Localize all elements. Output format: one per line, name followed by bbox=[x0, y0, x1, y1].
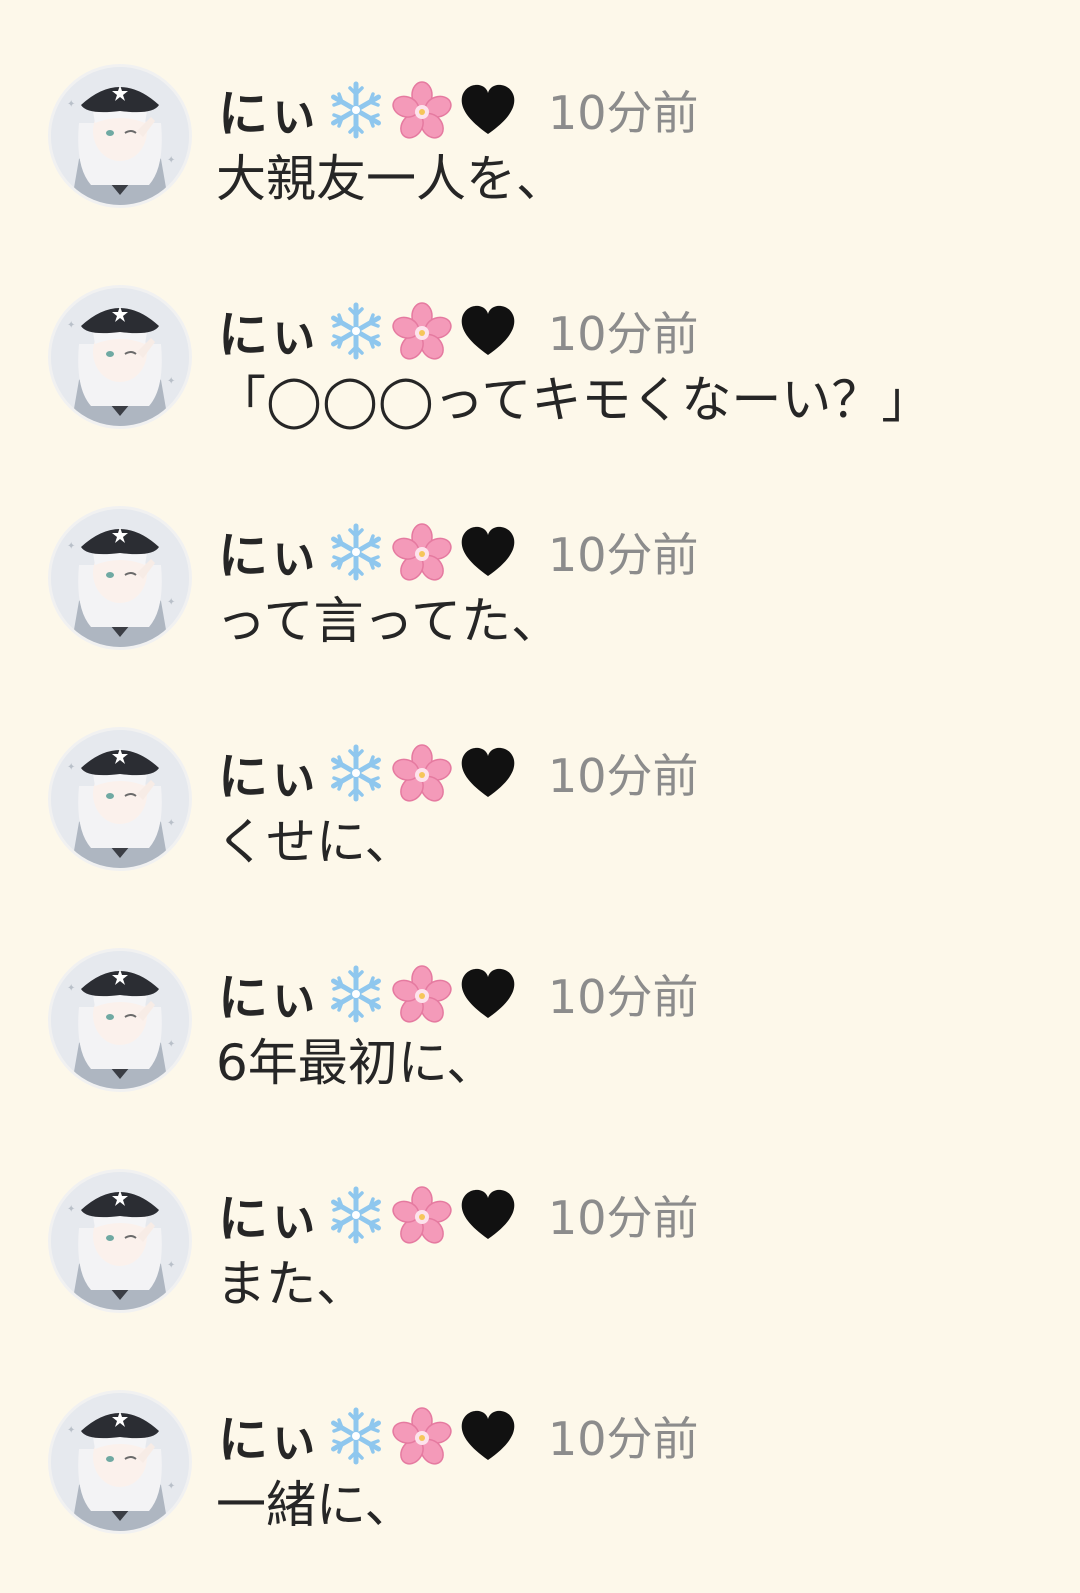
post-header: にぃ 10分前 bbox=[218, 1182, 699, 1248]
avatar[interactable]: ✦ ✦ bbox=[51, 1393, 189, 1531]
timestamp: 10分前 bbox=[548, 307, 699, 361]
svg-text:✦: ✦ bbox=[67, 541, 75, 552]
svg-text:✦: ✦ bbox=[67, 983, 75, 994]
svg-text:✦: ✦ bbox=[167, 597, 175, 608]
timestamp: 10分前 bbox=[548, 1191, 699, 1245]
avatar[interactable]: ✦ ✦ bbox=[51, 1172, 189, 1310]
black-heart-icon bbox=[458, 743, 518, 803]
snowflake-icon bbox=[326, 80, 386, 140]
black-heart-icon bbox=[458, 301, 518, 361]
timestamp: 10分前 bbox=[548, 86, 699, 140]
post-header: にぃ 10分前 bbox=[218, 961, 699, 1027]
snowflake-icon bbox=[326, 301, 386, 361]
username[interactable]: にぃ bbox=[218, 737, 320, 809]
svg-text:✦: ✦ bbox=[67, 99, 75, 110]
post-item: ✦ ✦ にぃ 10分前 一緒に、 bbox=[0, 1393, 1080, 1593]
username[interactable]: にぃ bbox=[218, 1179, 320, 1251]
avatar-image: ✦ ✦ bbox=[51, 1172, 189, 1310]
post-item: ✦ ✦ にぃ 10分前 6年最初に、 bbox=[0, 951, 1080, 1151]
post-item: ✦ ✦ にぃ 10分前 「◯◯◯ってキモくなーい？」 bbox=[0, 288, 1080, 488]
avatar-image: ✦ ✦ bbox=[51, 951, 189, 1089]
avatar-image: ✦ ✦ bbox=[51, 288, 189, 426]
cherry-blossom-icon bbox=[392, 1406, 452, 1466]
svg-text:✦: ✦ bbox=[67, 762, 75, 773]
cherry-blossom-icon bbox=[392, 1185, 452, 1245]
snowflake-icon bbox=[326, 522, 386, 582]
svg-text:✦: ✦ bbox=[167, 1481, 175, 1492]
post-header: にぃ 10分前 bbox=[218, 1403, 699, 1469]
svg-text:✦: ✦ bbox=[167, 1260, 175, 1271]
snowflake-icon bbox=[326, 964, 386, 1024]
message-text: 「◯◯◯ってキモくなーい？」 bbox=[216, 371, 932, 429]
cherry-blossom-icon bbox=[392, 522, 452, 582]
black-heart-icon bbox=[458, 522, 518, 582]
post-item: ✦ ✦ にぃ 10分前 また、 bbox=[0, 1172, 1080, 1372]
message-text: また、 bbox=[216, 1255, 366, 1313]
svg-text:✦: ✦ bbox=[167, 1039, 175, 1050]
message-text: くせに、 bbox=[216, 813, 415, 871]
avatar[interactable]: ✦ ✦ bbox=[51, 951, 189, 1089]
cherry-blossom-icon bbox=[392, 80, 452, 140]
username[interactable]: にぃ bbox=[218, 1400, 320, 1472]
cherry-blossom-icon bbox=[392, 301, 452, 361]
svg-text:✦: ✦ bbox=[67, 1204, 75, 1215]
username[interactable]: にぃ bbox=[218, 295, 320, 367]
post-header: にぃ 10分前 bbox=[218, 740, 699, 806]
avatar-image: ✦ ✦ bbox=[51, 1393, 189, 1531]
post-item: ✦ ✦ にぃ 10分前 くせに、 bbox=[0, 730, 1080, 930]
timestamp: 10分前 bbox=[548, 970, 699, 1024]
post-header: にぃ 10分前 bbox=[218, 519, 699, 585]
avatar-image: ✦ ✦ bbox=[51, 730, 189, 868]
svg-text:✦: ✦ bbox=[67, 320, 75, 331]
username[interactable]: にぃ bbox=[218, 74, 320, 146]
snowflake-icon bbox=[326, 1185, 386, 1245]
svg-text:✦: ✦ bbox=[167, 155, 175, 166]
timestamp: 10分前 bbox=[548, 528, 699, 582]
cherry-blossom-icon bbox=[392, 743, 452, 803]
avatar[interactable]: ✦ ✦ bbox=[51, 67, 189, 205]
avatar-image: ✦ ✦ bbox=[51, 67, 189, 205]
timestamp: 10分前 bbox=[548, 749, 699, 803]
black-heart-icon bbox=[458, 1185, 518, 1245]
post-item: ✦ ✦ にぃ 10分前 大親友一人を、 bbox=[0, 67, 1080, 267]
black-heart-icon bbox=[458, 1406, 518, 1466]
black-heart-icon bbox=[458, 964, 518, 1024]
avatar[interactable]: ✦ ✦ bbox=[51, 509, 189, 647]
post-header: にぃ 10分前 bbox=[218, 298, 699, 364]
cherry-blossom-icon bbox=[392, 964, 452, 1024]
avatar[interactable]: ✦ ✦ bbox=[51, 730, 189, 868]
message-text: って言ってた、 bbox=[216, 592, 561, 650]
timestamp: 10分前 bbox=[548, 1412, 699, 1466]
username[interactable]: にぃ bbox=[218, 516, 320, 588]
black-heart-icon bbox=[458, 80, 518, 140]
message-feed: ✦ ✦ にぃ 10分前 大親友一人を、 ✦ ✦ にぃ 10分前 「◯◯◯ってキモ… bbox=[0, 0, 1080, 1581]
avatar-image: ✦ ✦ bbox=[51, 509, 189, 647]
svg-text:✦: ✦ bbox=[167, 376, 175, 387]
username[interactable]: にぃ bbox=[218, 958, 320, 1030]
snowflake-icon bbox=[326, 743, 386, 803]
message-text: 大親友一人を、 bbox=[216, 150, 566, 208]
post-item: ✦ ✦ にぃ 10分前 って言ってた、 bbox=[0, 509, 1080, 709]
svg-text:✦: ✦ bbox=[67, 1425, 75, 1436]
post-header: にぃ 10分前 bbox=[218, 77, 699, 143]
message-text: 一緒に、 bbox=[216, 1476, 415, 1534]
avatar[interactable]: ✦ ✦ bbox=[51, 288, 189, 426]
svg-text:✦: ✦ bbox=[167, 818, 175, 829]
snowflake-icon bbox=[326, 1406, 386, 1466]
message-text: 6年最初に、 bbox=[216, 1034, 497, 1092]
